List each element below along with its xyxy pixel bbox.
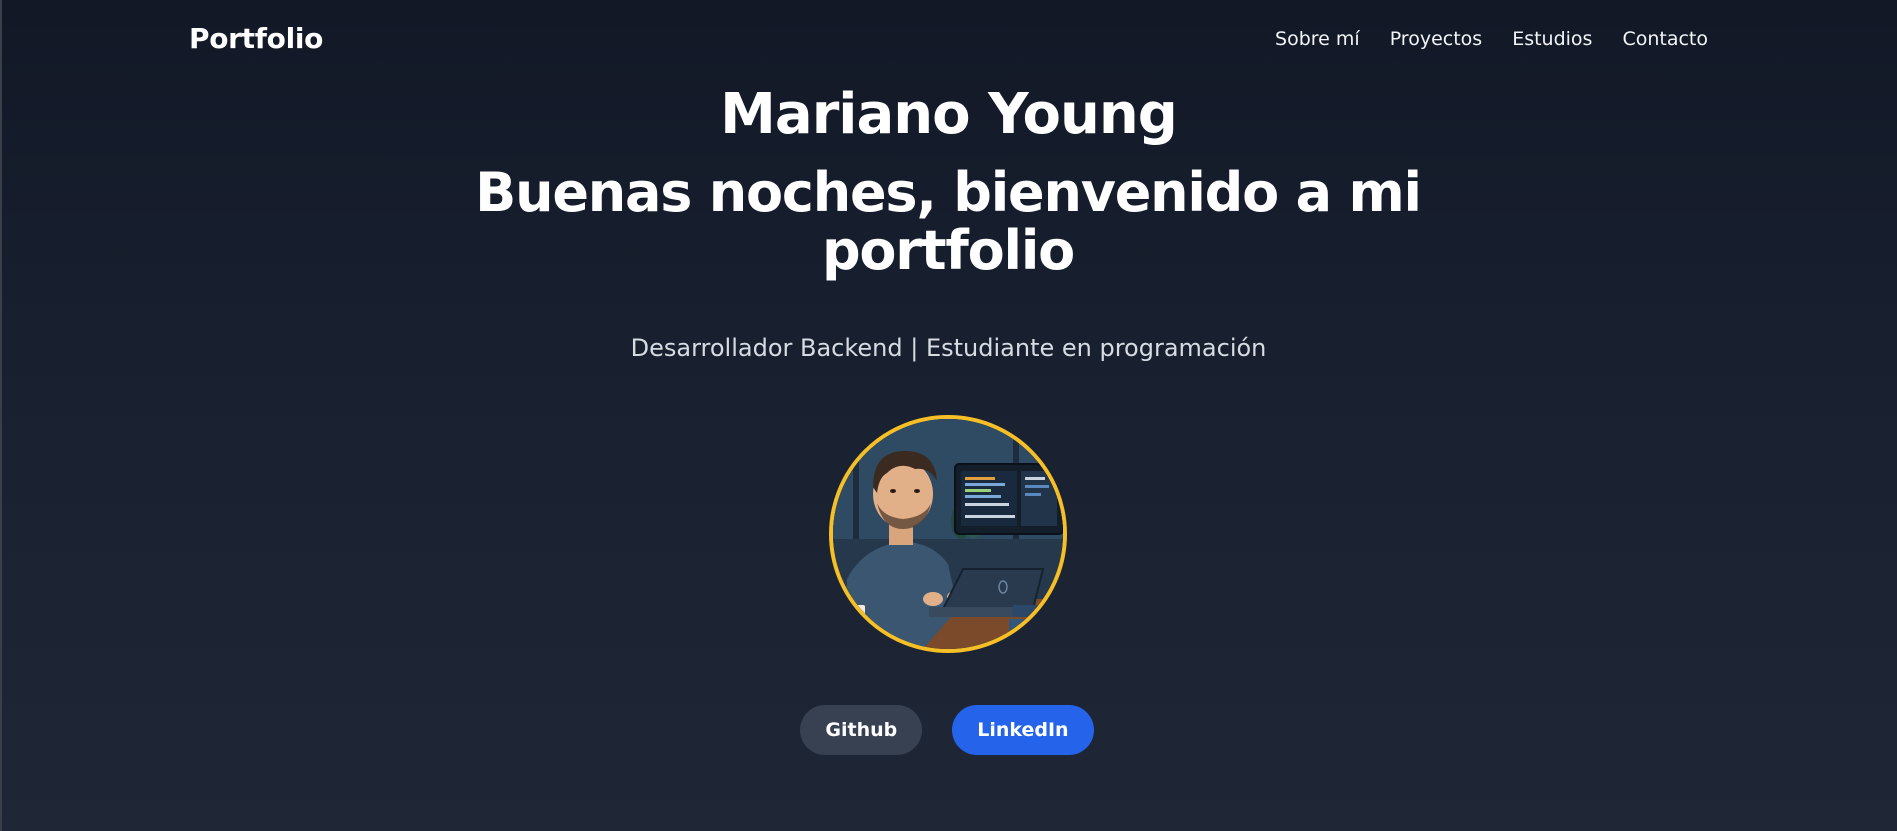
hero-greeting: Buenas noches, bienvenido a mi portfolio — [448, 164, 1448, 280]
hero-name: Mariano Young — [720, 82, 1178, 147]
nav-link-contacto[interactable]: Contacto — [1622, 28, 1708, 50]
greeting-line-1: Buenas noches, bienvenido a mi — [475, 161, 1422, 224]
nav-link-proyectos[interactable]: Proyectos — [1390, 28, 1483, 50]
brand-logo[interactable]: Portfolio — [189, 22, 323, 55]
linkedin-button[interactable]: LinkedIn — [952, 705, 1094, 755]
avatar — [829, 415, 1067, 653]
hero-subtitle: Desarrollador Backend | Estudiante en pr… — [630, 334, 1267, 362]
nav-link-sobre-mi[interactable]: Sobre mí — [1275, 28, 1360, 50]
nav-link-estudios[interactable]: Estudios — [1512, 28, 1592, 50]
nav-links: Sobre mí Proyectos Estudios Contacto — [1275, 28, 1708, 50]
top-navbar: Portfolio Sobre mí Proyectos Estudios Co… — [0, 0, 1897, 82]
social-buttons: Github LinkedIn — [0, 705, 1897, 755]
avatar-illustration — [833, 419, 1063, 649]
greeting-line-2: portfolio — [821, 219, 1075, 282]
github-button[interactable]: Github — [800, 705, 923, 755]
